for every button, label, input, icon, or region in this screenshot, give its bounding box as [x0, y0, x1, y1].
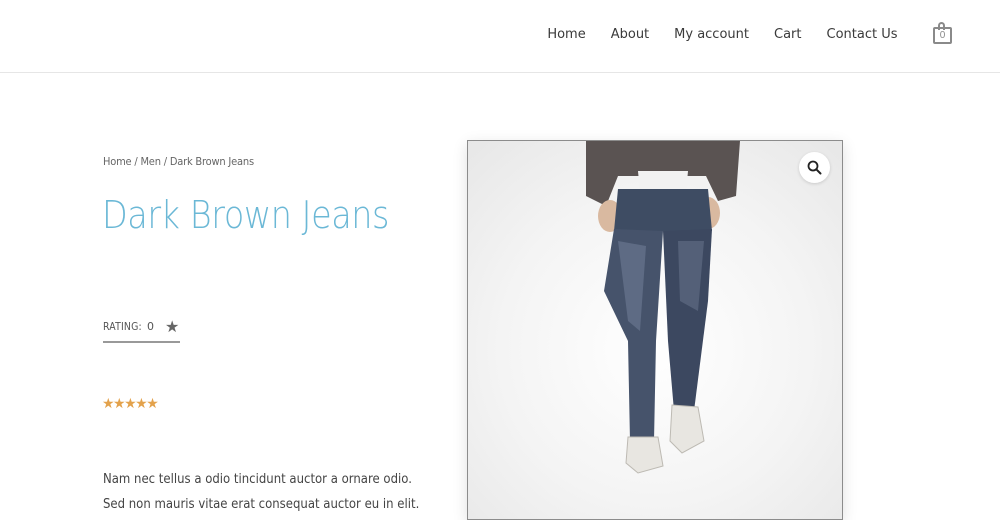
breadcrumb-separator: /: [160, 155, 170, 168]
main-nav: Home About My account Cart Contact Us: [535, 25, 910, 45]
jeans-model-illustration: [586, 141, 740, 474]
breadcrumb-home[interactable]: Home: [103, 155, 132, 168]
site-header: Home About My account Cart Contact Us 0: [0, 0, 1000, 73]
star-rating: ★★★★★: [102, 395, 159, 411]
breadcrumb: Home / Men / Dark Brown Jeans: [103, 155, 254, 168]
nav-home[interactable]: Home: [535, 25, 598, 45]
description-line: Nam nec tellus a odio tincidunt auctor a…: [103, 472, 412, 487]
magnifier-icon: [807, 160, 822, 175]
rating-widget[interactable]: RATING: 0 ★: [103, 317, 180, 343]
nav-my-account[interactable]: My account: [662, 25, 762, 45]
breadcrumb-current: Dark Brown Jeans: [169, 155, 254, 168]
star-icon: ★: [165, 317, 180, 336]
cart-icon[interactable]: 0: [932, 22, 955, 46]
rating-value: 0: [147, 320, 154, 333]
rating-label: RATING:: [103, 320, 142, 333]
product-image[interactable]: [467, 140, 843, 520]
description-line: Sed non mauris vitae erat consequat auct…: [103, 497, 420, 512]
nav-cart[interactable]: Cart: [762, 25, 815, 45]
nav-contact-us[interactable]: Contact Us: [814, 25, 910, 45]
product-description: Nam nec tellus a odio tincidunt auctor a…: [103, 467, 433, 517]
cart-count: 0: [933, 27, 952, 44]
nav-about[interactable]: About: [598, 25, 661, 45]
breadcrumb-men[interactable]: Men: [140, 155, 161, 168]
product-title: Dark Brown Jeans: [102, 193, 390, 237]
zoom-button[interactable]: [799, 152, 830, 183]
